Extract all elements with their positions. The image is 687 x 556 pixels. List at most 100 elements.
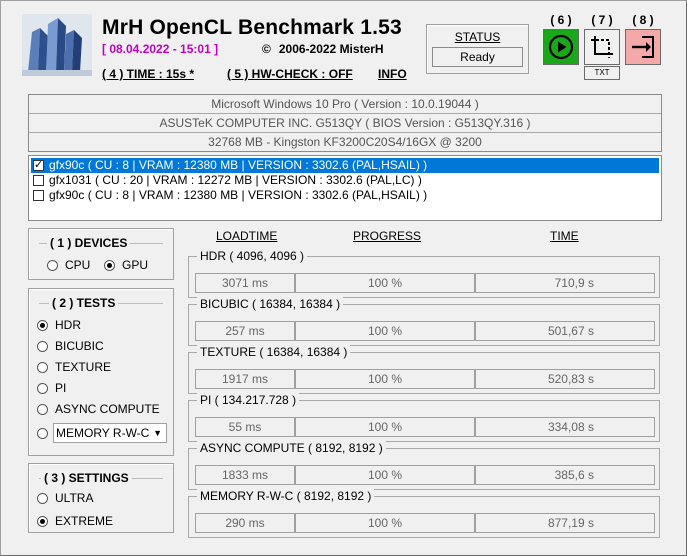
time-field: 877,19 s [475, 513, 655, 533]
device-gpu-radio[interactable]: GPU [104, 257, 148, 273]
result-group: ASYNC COMPUTE ( 8192, 8192 ) 1833 ms 100… [188, 441, 660, 490]
progress-field: 100 % [295, 465, 475, 485]
system-info-panel: Microsoft Windows 10 Pro ( Version : 10.… [28, 94, 662, 152]
system-os: Microsoft Windows 10 Pro ( Version : 10.… [29, 95, 661, 114]
setting-ultra-radio[interactable]: ULTRA [37, 490, 93, 506]
radio-indicator [37, 428, 48, 439]
radio-indicator [37, 362, 48, 373]
memory-test-dropdown[interactable]: MEMORY R-W-C ▼ [53, 423, 167, 443]
loadtime-field: 1917 ms [195, 369, 295, 389]
dropdown-value: MEMORY R-W-C [56, 426, 150, 440]
progress-field: 100 % [295, 513, 475, 533]
radio-label: ULTRA [55, 491, 94, 505]
time-setting-link[interactable]: ( 4 ) TIME : 15s * [102, 67, 194, 81]
column-progress: PROGRESS [353, 229, 422, 243]
run-datetime: [ 08.04.2022 - 15:01 ] [102, 42, 219, 56]
hw-check-link[interactable]: ( 5 ) HW-CHECK : OFF [227, 67, 353, 81]
radio-label: CPU [65, 258, 91, 272]
radio-indicator [47, 260, 58, 271]
device-item[interactable]: gfx90c ( CU : 8 | VRAM : 12380 MB | VERS… [31, 158, 659, 173]
progress-field: 100 % [295, 417, 475, 437]
result-title: PI ( 134.217.728 ) [197, 393, 300, 407]
copyright-symbol: © [262, 42, 271, 56]
radio-label: PI [55, 381, 67, 395]
devices-group-title: ( 1 ) DEVICES [47, 236, 131, 250]
progress-field: 100 % [295, 369, 475, 389]
test-texture-radio[interactable]: TEXTURE [37, 359, 111, 375]
tests-group-title: ( 2 ) TESTS [49, 296, 119, 310]
copyright-text: 2006-2022 MisterH [278, 42, 384, 56]
radio-indicator [37, 516, 48, 527]
loadtime-field: 257 ms [195, 321, 295, 341]
copyright: © 2006-2022 MisterH [262, 42, 384, 56]
loadtime-field: 55 ms [195, 417, 295, 437]
run-button-number: ( 6 ) [550, 13, 572, 27]
progress-field: 100 % [295, 321, 475, 341]
screenshot-button[interactable] [584, 29, 620, 65]
result-group: PI ( 134.217.728 ) 55 ms 100 % 334,08 s [188, 393, 660, 442]
app-title: MrH OpenCL Benchmark 1.53 [102, 16, 402, 39]
result-group: MEMORY R-W-C ( 8192, 8192 ) 290 ms 100 %… [188, 489, 660, 538]
radio-indicator [37, 493, 48, 504]
test-async-compute-radio[interactable]: ASYNC COMPUTE [37, 401, 160, 417]
device-checkbox[interactable] [33, 158, 44, 173]
test-hdr-radio[interactable]: HDR [37, 317, 81, 333]
progress-field: 100 % [295, 273, 475, 293]
device-item[interactable]: gfx1031 ( CU : 20 | VRAM : 12272 MB | VE… [31, 173, 659, 188]
test-pi-radio[interactable]: PI [37, 380, 66, 396]
radio-label: TEXTURE [55, 360, 112, 374]
radio-indicator [104, 260, 115, 271]
devices-group: ( 1 ) DEVICES CPU GPU [28, 228, 174, 280]
column-loadtime: LOADTIME [216, 229, 278, 243]
screenshot-button-number: ( 7 ) [591, 13, 613, 27]
time-field: 520,83 s [475, 369, 655, 389]
device-cpu-radio[interactable]: CPU [47, 257, 90, 273]
device-checkbox[interactable] [33, 175, 44, 186]
time-field: 501,67 s [475, 321, 655, 341]
tests-group: ( 2 ) TESTS HDR BICUBIC TEXTURE PI ASYNC… [28, 288, 174, 456]
result-title: MEMORY R-W-C ( 8192, 8192 ) [197, 489, 375, 503]
result-group: TEXTURE ( 16384, 16384 ) 1917 ms 100 % 5… [188, 345, 660, 394]
result-title: ASYNC COMPUTE ( 8192, 8192 ) [197, 441, 386, 455]
radio-indicator [37, 404, 48, 415]
result-title: HDR ( 4096, 4096 ) [197, 249, 308, 263]
radio-indicator [37, 383, 48, 394]
screenshot-crop-icon [591, 36, 613, 58]
result-group: HDR ( 4096, 4096 ) 3071 ms 100 % 710,9 s [188, 249, 660, 298]
app-logo [22, 14, 92, 76]
status-value: Ready [432, 47, 523, 67]
setting-extreme-radio[interactable]: EXTREME [37, 513, 113, 529]
result-title: BICUBIC ( 16384, 16384 ) [197, 297, 344, 311]
device-list[interactable]: gfx90c ( CU : 8 | VRAM : 12380 MB | VERS… [28, 155, 662, 221]
run-button[interactable] [543, 29, 579, 65]
result-title: TEXTURE ( 16384, 16384 ) [197, 345, 351, 359]
dropdown-arrow-icon: ▼ [153, 428, 162, 438]
device-checkbox[interactable] [33, 190, 44, 201]
radio-indicator [37, 320, 48, 331]
loadtime-field: 1833 ms [195, 465, 295, 485]
status-panel: STATUS Ready [426, 24, 529, 74]
radio-label: ASYNC COMPUTE [55, 402, 160, 416]
loadtime-field: 3071 ms [195, 273, 295, 293]
test-bicubic-radio[interactable]: BICUBIC [37, 338, 104, 354]
exit-button[interactable] [625, 29, 661, 65]
status-label: STATUS [454, 30, 501, 44]
radio-label: EXTREME [55, 514, 114, 528]
system-board: ASUSTeK COMPUTER INC. G513QY ( BIOS Vers… [29, 114, 661, 133]
settings-group: ( 3 ) SETTINGS ULTRA EXTREME [28, 463, 174, 533]
device-label: gfx90c ( CU : 8 | VRAM : 12380 MB | VERS… [49, 158, 428, 172]
device-item[interactable]: gfx90c ( CU : 8 | VRAM : 12380 MB | VERS… [31, 188, 659, 203]
settings-group-title: ( 3 ) SETTINGS [41, 471, 132, 485]
play-icon [548, 34, 574, 60]
radio-label: HDR [55, 318, 81, 332]
exit-button-number: ( 8 ) [632, 13, 654, 27]
column-time: TIME [550, 229, 579, 243]
device-label: gfx90c ( CU : 8 | VRAM : 12380 MB | VERS… [49, 188, 428, 202]
result-group: BICUBIC ( 16384, 16384 ) 257 ms 100 % 50… [188, 297, 660, 346]
radio-label: BICUBIC [55, 339, 104, 353]
system-memory: 32768 MB - Kingston KF3200C20S4/16GX @ 3… [208, 135, 482, 149]
time-field: 710,9 s [475, 273, 655, 293]
screenshot-txt-button[interactable]: TXT [584, 66, 620, 80]
info-link[interactable]: INFO [378, 67, 407, 81]
radio-indicator [37, 341, 48, 352]
